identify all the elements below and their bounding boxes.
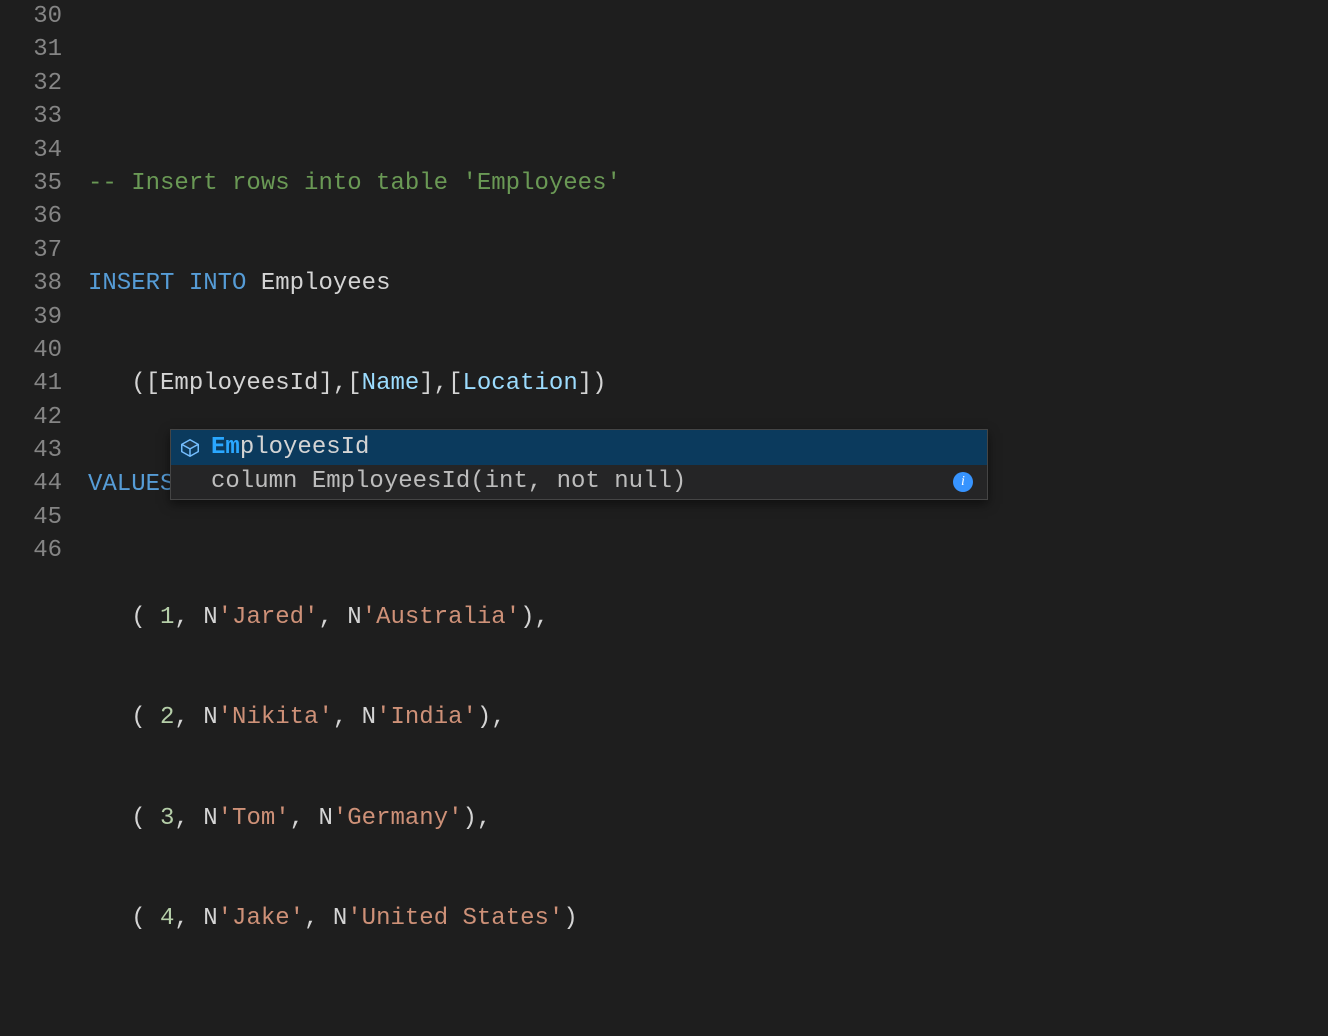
line-number: 42 (0, 401, 62, 434)
sql-keyword: INTO (189, 270, 247, 297)
intellisense-popup[interactable]: EmployeesId column EmployeesId(int, not … (170, 429, 988, 500)
sql-number: 4 (160, 905, 174, 932)
code-line[interactable]: ( 4, N'Jake', N'United States') (88, 902, 1328, 935)
line-number: 33 (0, 100, 62, 133)
line-number: 38 (0, 267, 62, 300)
sql-column: Name (362, 370, 420, 397)
line-number: 31 (0, 33, 62, 66)
info-icon[interactable]: i (953, 472, 973, 492)
sql-string: 'Nikita' (218, 704, 333, 731)
sql-string: 'India' (376, 704, 477, 731)
code-editor[interactable]: 3031323334353637383940414243444546 -- In… (0, 0, 1328, 1036)
code-line[interactable]: INSERT INTO Employees (88, 267, 1328, 300)
line-number: 41 (0, 367, 62, 400)
sql-string: 'Jared' (218, 604, 319, 631)
code-line[interactable] (88, 67, 1328, 100)
code-area[interactable]: -- Insert rows into table 'Employees' IN… (88, 0, 1328, 1036)
sql-string: 'Tom' (218, 805, 290, 832)
field-icon (179, 437, 201, 459)
intellisense-item[interactable]: EmployeesId (171, 430, 987, 465)
intellisense-detail-row: column EmployeesId(int, not null) i (171, 465, 987, 499)
line-number: 45 (0, 501, 62, 534)
sql-column: EmployeesId (160, 370, 318, 397)
line-number: 35 (0, 167, 62, 200)
sql-number: 1 (160, 604, 174, 631)
line-number: 36 (0, 200, 62, 233)
sql-comment: -- Insert rows into table 'Employees' (88, 170, 621, 197)
line-number: 32 (0, 67, 62, 100)
sql-string: 'United States' (347, 905, 563, 932)
sql-string: 'Australia' (362, 604, 520, 631)
line-number: 39 (0, 301, 62, 334)
code-line[interactable]: ([EmployeesId],[Name],[Location]) (88, 367, 1328, 400)
sql-column: Location (463, 370, 578, 397)
code-line[interactable]: -- Insert rows into table 'Employees' (88, 167, 1328, 200)
sql-keyword: VALUES (88, 471, 174, 498)
code-line[interactable]: ( 2, N'Nikita', N'India'), (88, 701, 1328, 734)
code-line[interactable]: ( 3, N'Tom', N'Germany'), (88, 802, 1328, 835)
line-number: 37 (0, 234, 62, 267)
line-number-gutter: 3031323334353637383940414243444546 (0, 0, 88, 1036)
intellisense-detail-text: column EmployeesId(int, not null) (211, 465, 686, 498)
line-number: 43 (0, 434, 62, 467)
sql-number: 3 (160, 805, 174, 832)
intellisense-label: EmployeesId (211, 431, 369, 464)
code-line[interactable]: ( 1, N'Jared', N'Australia'), (88, 601, 1328, 634)
sql-string: 'Jake' (218, 905, 304, 932)
line-number: 30 (0, 0, 62, 33)
sql-identifier: Employees (261, 270, 391, 297)
line-number: 44 (0, 467, 62, 500)
line-number: 34 (0, 134, 62, 167)
sql-keyword: INSERT (88, 270, 174, 297)
line-number: 40 (0, 334, 62, 367)
sql-string: 'Germany' (333, 805, 463, 832)
line-number: 46 (0, 534, 62, 567)
sql-number: 2 (160, 704, 174, 731)
